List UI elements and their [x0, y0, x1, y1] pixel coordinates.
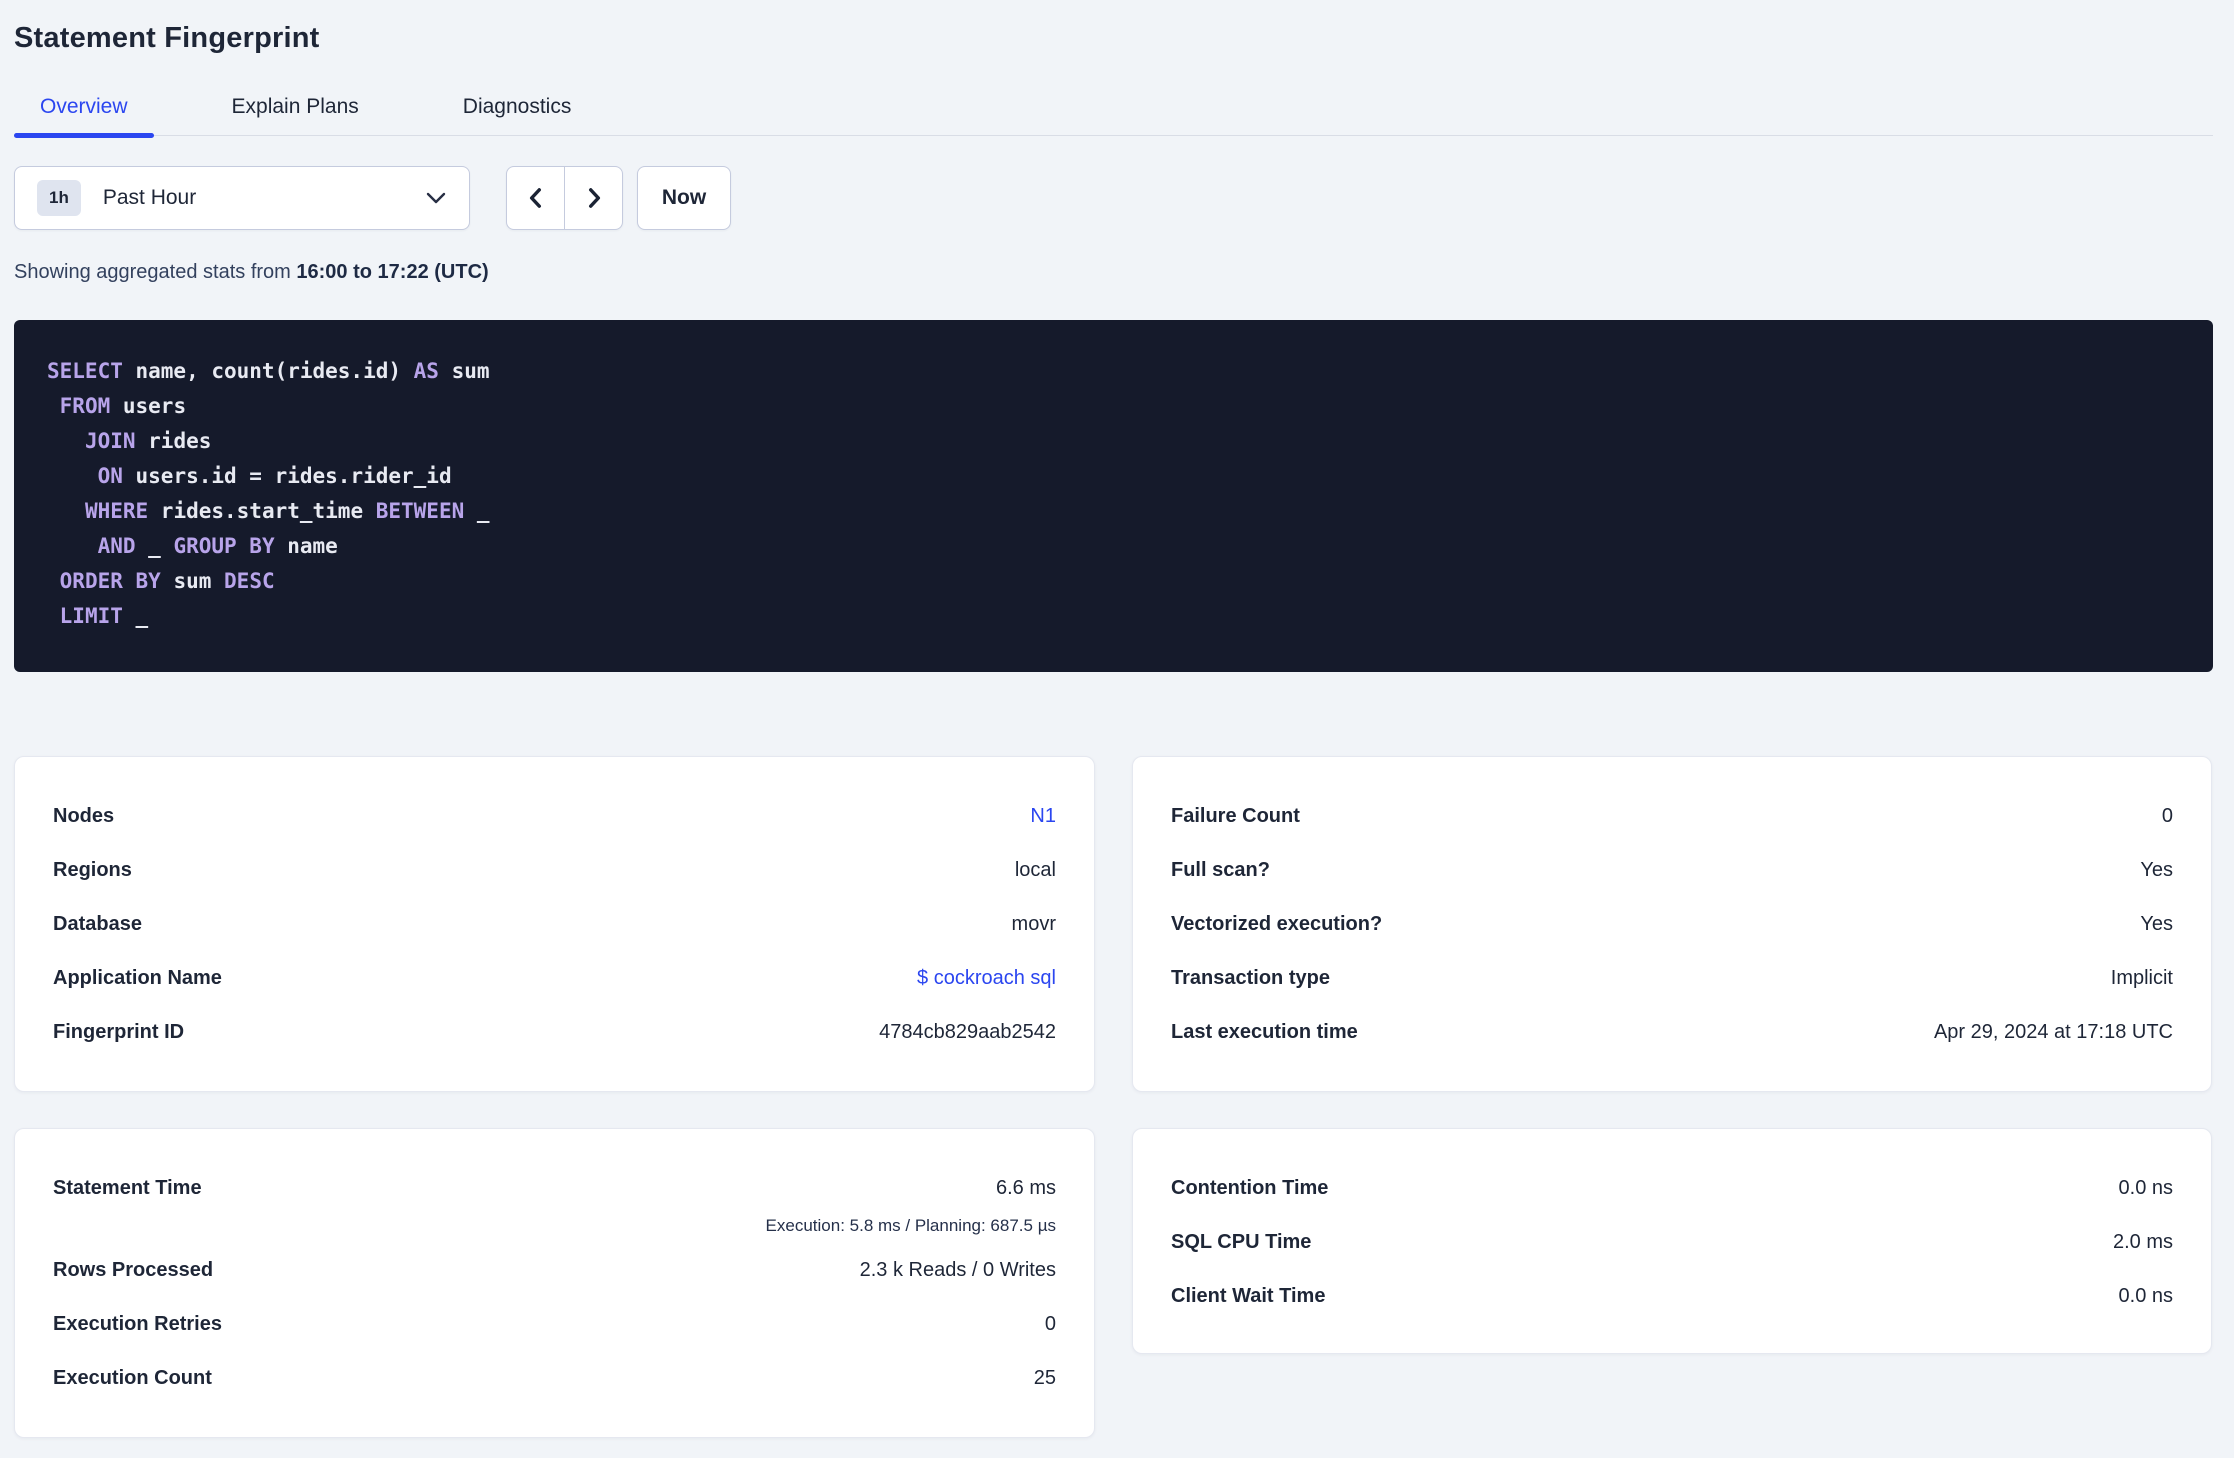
execution-attributes-card: Failure Count 0 Full scan? Yes Vectorize… — [1132, 756, 2212, 1092]
execution-retries-row: Execution Retries 0 — [53, 1297, 1056, 1351]
database-label: Database — [53, 912, 142, 935]
transaction-type-label: Transaction type — [1171, 966, 1330, 989]
regions-row: Regions local — [53, 843, 1056, 897]
execution-stats-card: Statement Time 6.6 ms Execution: 5.8 ms … — [14, 1128, 1095, 1438]
regions-value: local — [1014, 858, 1056, 881]
execution-count-label: Execution Count — [53, 1366, 212, 1389]
failure-count-row: Failure Count 0 — [1171, 789, 2173, 843]
tab-diagnostics[interactable]: Diagnostics — [437, 85, 598, 135]
statement-time-breakdown: Execution: 5.8 ms / Planning: 687.5 µs — [765, 1216, 1056, 1235]
failure-count-value: 0 — [2161, 804, 2173, 827]
contention-time-row: Contention Time 0.0 ns — [1171, 1161, 2173, 1215]
application-name-link[interactable]: $ cockroach sql — [917, 967, 1056, 990]
execution-retries-value: 0 — [1044, 1312, 1056, 1335]
sql-cpu-time-row: SQL CPU Time 2.0 ms — [1171, 1215, 2173, 1269]
database-row: Database movr — [53, 897, 1056, 951]
now-button[interactable]: Now — [637, 166, 731, 230]
aggregated-stats-prefix: Showing aggregated stats from — [14, 261, 297, 283]
tab-bar: Overview Explain Plans Diagnostics — [14, 85, 2213, 138]
application-name-row: Application Name $ cockroach sql — [53, 951, 1056, 1005]
fingerprint-id-row: Fingerprint ID 4784cb829aab2542 — [53, 1005, 1056, 1059]
application-name-label: Application Name — [53, 966, 222, 989]
regions-label: Regions — [53, 858, 132, 881]
database-value: movr — [1011, 912, 1056, 935]
nodes-row: Nodes N1 — [53, 789, 1056, 843]
last-execution-time-label: Last execution time — [1171, 1020, 1358, 1043]
execution-retries-label: Execution Retries — [53, 1312, 222, 1335]
time-nav-group — [506, 166, 623, 230]
sql-code: SELECT name, count(rides.id) AS sum FROM… — [47, 359, 490, 628]
tab-overview[interactable]: Overview — [14, 85, 154, 138]
vectorized-execution-row: Vectorized execution? Yes — [1171, 897, 2173, 951]
chevron-right-icon — [581, 185, 607, 211]
chevron-down-icon — [425, 191, 447, 205]
vectorized-execution-value: Yes — [2140, 912, 2173, 935]
execution-count-row: Execution Count 25 — [53, 1351, 1056, 1405]
client-wait-time-label: Client Wait Time — [1171, 1284, 1326, 1307]
aggregated-stats-text: Showing aggregated stats from 16:00 to 1… — [14, 260, 2213, 284]
sql-cpu-time-value: 2.0 ms — [2112, 1230, 2173, 1253]
nodes-link[interactable]: N1 — [1030, 805, 1056, 828]
metrics-cards-row: Statement Time 6.6 ms Execution: 5.8 ms … — [14, 1128, 2213, 1438]
contention-time-label: Contention Time — [1171, 1176, 1329, 1199]
fingerprint-id-value: 4784cb829aab2542 — [879, 1020, 1056, 1043]
transaction-type-value: Implicit — [2110, 966, 2173, 989]
chevron-left-icon — [523, 185, 549, 211]
tab-explain-plans[interactable]: Explain Plans — [206, 85, 385, 135]
rows-processed-value: 2.3 k Reads / 0 Writes — [859, 1258, 1056, 1281]
page-title: Statement Fingerprint — [14, 22, 320, 54]
time-toolbar: 1h Past Hour Now — [14, 166, 2213, 230]
sql-statement-box: SELECT name, count(rides.id) AS sum FROM… — [14, 320, 2213, 672]
time-range-label: Past Hour — [102, 186, 197, 209]
rows-processed-label: Rows Processed — [53, 1258, 214, 1281]
transaction-type-row: Transaction type Implicit — [1171, 951, 2173, 1005]
statement-time-label: Statement Time — [53, 1176, 202, 1199]
time-range-badge: 1h — [37, 180, 81, 216]
time-range-dropdown[interactable]: 1h Past Hour — [14, 166, 470, 230]
rows-processed-row: Rows Processed 2.3 k Reads / 0 Writes — [53, 1243, 1056, 1297]
sql-cpu-time-label: SQL CPU Time — [1171, 1230, 1312, 1253]
nodes-label: Nodes — [53, 804, 115, 827]
statement-time-row: Statement Time 6.6 ms — [53, 1161, 1056, 1215]
contention-time-value: 0.0 ns — [2118, 1176, 2173, 1199]
next-time-button[interactable] — [565, 167, 622, 229]
failure-count-label: Failure Count — [1171, 804, 1300, 827]
execution-count-value: 25 — [1033, 1366, 1056, 1389]
previous-time-button[interactable] — [507, 167, 565, 229]
details-cards-row: Nodes N1 Regions local Database movr App… — [14, 756, 2213, 1092]
last-execution-time-value: Apr 29, 2024 at 17:18 UTC — [1933, 1020, 2173, 1043]
client-wait-time-value: 0.0 ns — [2118, 1284, 2173, 1307]
client-wait-time-row: Client Wait Time 0.0 ns — [1171, 1269, 2173, 1323]
vectorized-execution-label: Vectorized execution? — [1171, 912, 1383, 935]
statement-fingerprint-page: Statement Fingerprint Overview Explain P… — [0, 0, 2234, 1438]
statement-time-value: 6.6 ms — [995, 1176, 1056, 1199]
last-execution-time-row: Last execution time Apr 29, 2024 at 17:1… — [1171, 1005, 2173, 1059]
fingerprint-id-label: Fingerprint ID — [53, 1020, 185, 1043]
full-scan-label: Full scan? — [1171, 858, 1270, 881]
full-scan-row: Full scan? Yes — [1171, 843, 2173, 897]
full-scan-value: Yes — [2140, 858, 2173, 881]
statement-details-card: Nodes N1 Regions local Database movr App… — [14, 756, 1095, 1092]
wait-time-card: Contention Time 0.0 ns SQL CPU Time 2.0 … — [1132, 1128, 2212, 1354]
aggregated-stats-range: 16:00 to 17:22 (UTC) — [296, 261, 489, 283]
